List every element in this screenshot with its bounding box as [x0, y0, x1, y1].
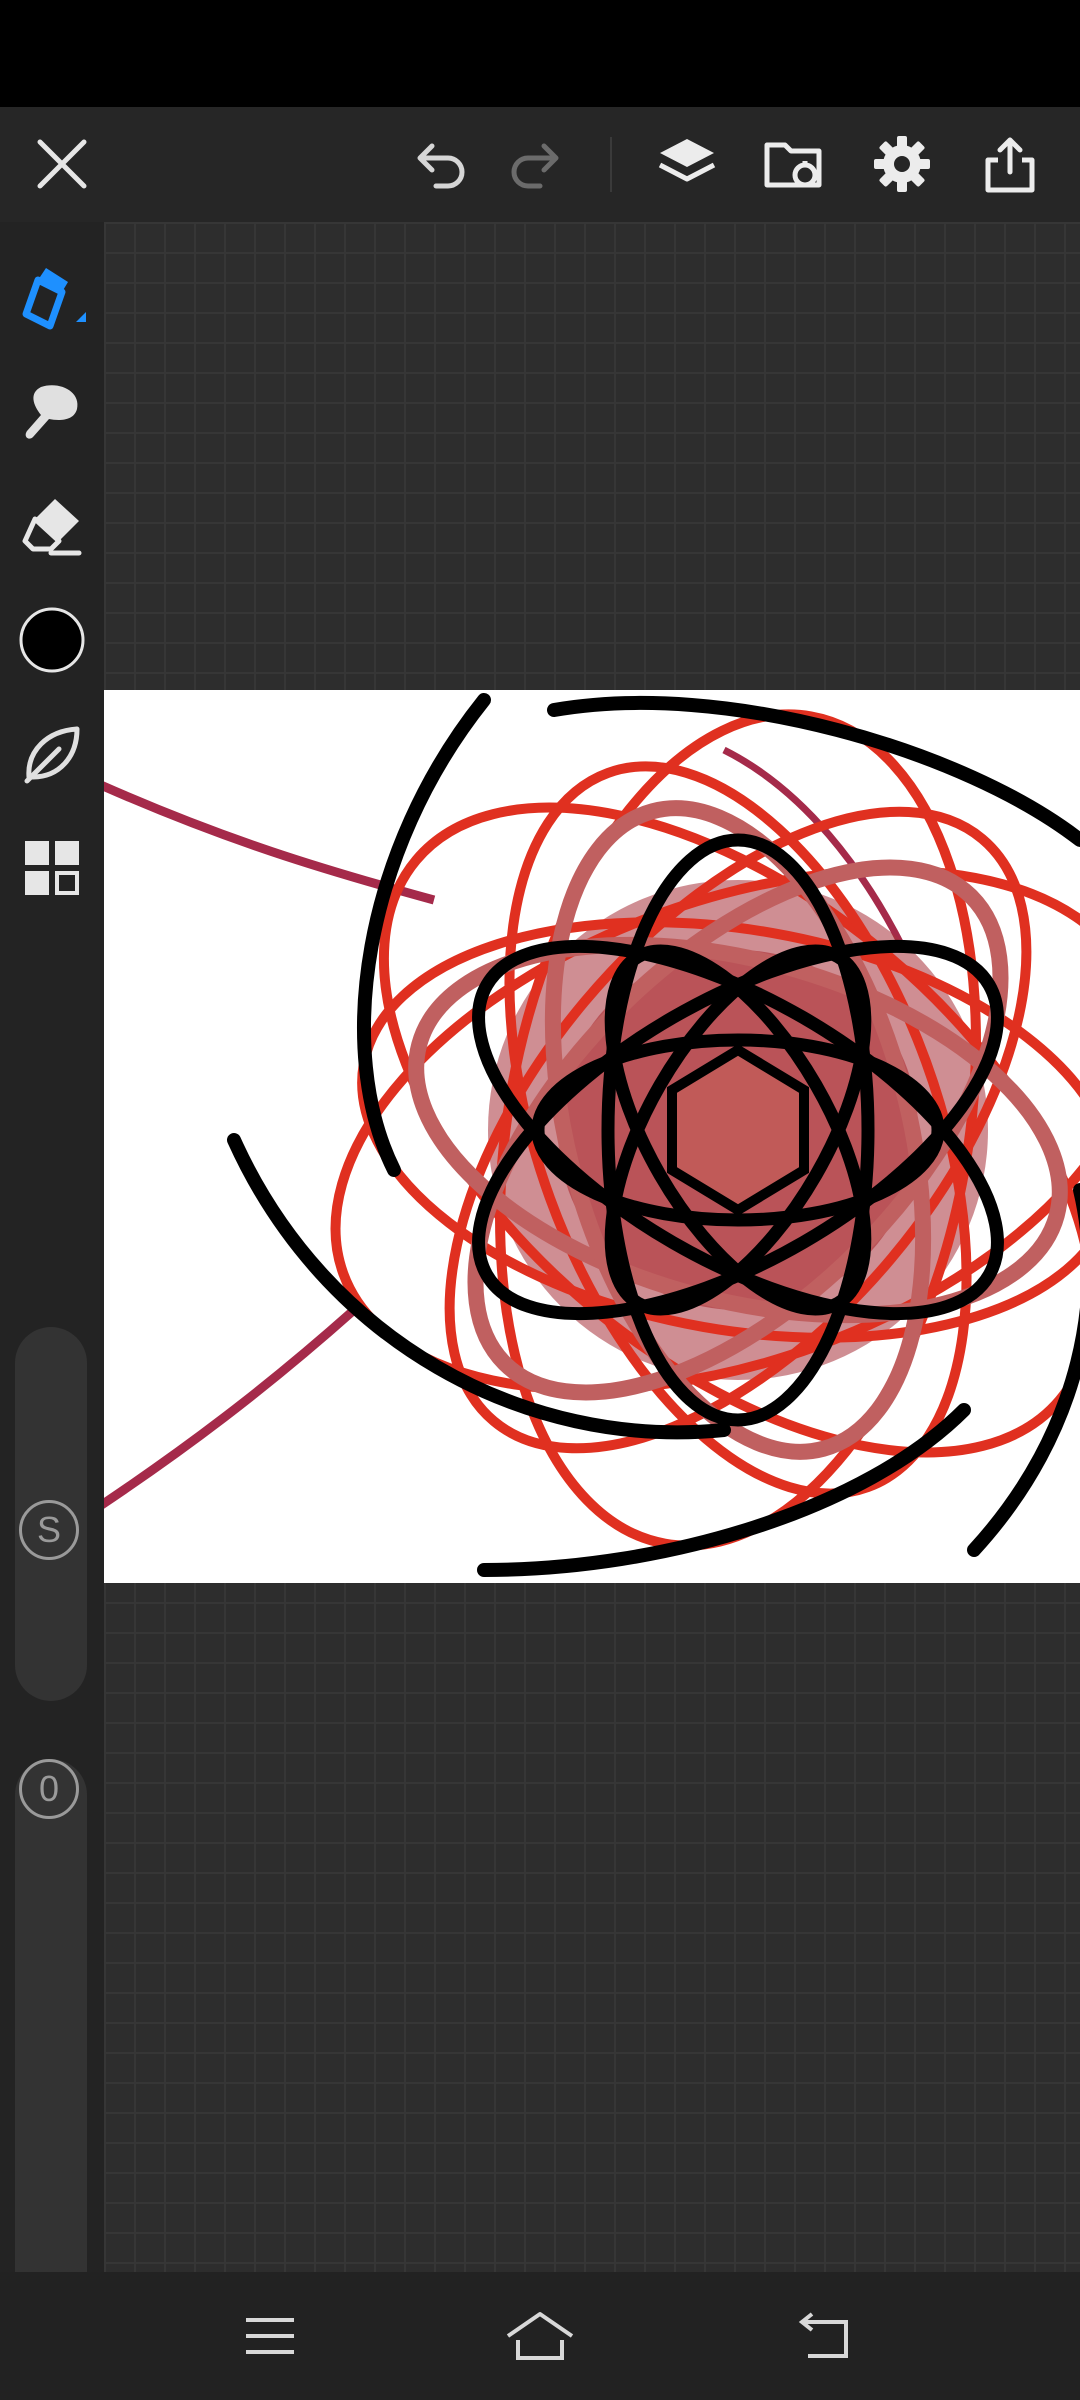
share-button[interactable]: [970, 124, 1050, 204]
undo-button[interactable]: [400, 124, 480, 204]
layers-icon: [658, 139, 716, 182]
back-icon: [798, 2312, 848, 2358]
menu-button[interactable]: [230, 2296, 310, 2376]
share-icon: [985, 137, 1035, 193]
pen-icon: [22, 268, 86, 330]
tool-sidebar: S 0: [0, 222, 104, 2353]
home-button[interactable]: [500, 2296, 580, 2376]
status-bar: [0, 0, 1080, 107]
artwork-drawing: [104, 693, 1080, 1577]
smudge-icon: [25, 385, 78, 439]
toolbar-divider: [610, 137, 612, 192]
size-slider-label: S: [36, 1509, 61, 1550]
redo-icon: [511, 143, 559, 189]
top-toolbar: [0, 107, 1080, 222]
size-slider-knob[interactable]: S: [19, 1500, 79, 1560]
system-navigation-bar: [0, 2272, 1080, 2400]
pen-tool-button[interactable]: [12, 258, 92, 338]
eraser-tool-button[interactable]: [12, 486, 92, 566]
folder-import-icon: [764, 142, 822, 188]
smudge-tool-button[interactable]: [12, 372, 92, 452]
close-button[interactable]: [22, 124, 102, 204]
settings-button[interactable]: [862, 124, 942, 204]
artboard[interactable]: [104, 690, 1080, 1583]
color-swatch-button[interactable]: [12, 600, 92, 680]
brush-size-slider[interactable]: S: [15, 1327, 87, 1701]
eraser-icon: [22, 499, 82, 556]
color-swatch: [19, 607, 85, 673]
opacity-slider-knob[interactable]: 0: [19, 1759, 79, 1819]
home-icon: [506, 2312, 574, 2360]
leaf-icon: [24, 726, 80, 784]
redo-button[interactable]: [496, 124, 576, 204]
brush-opacity-slider[interactable]: 0: [15, 1759, 87, 2353]
layers-button[interactable]: [647, 124, 727, 204]
grid-icon: [25, 841, 79, 895]
gear-icon: [874, 136, 930, 192]
menu-icon: [246, 2318, 294, 2354]
back-button[interactable]: [784, 2296, 864, 2376]
brush-library-button[interactable]: [12, 714, 92, 794]
grid-tool-button[interactable]: [12, 828, 92, 908]
opacity-slider-label: 0: [38, 1768, 60, 1809]
undo-icon: [417, 143, 465, 189]
import-button[interactable]: [754, 124, 834, 204]
close-icon: [37, 139, 87, 189]
canvas-workspace[interactable]: [104, 222, 1080, 2272]
